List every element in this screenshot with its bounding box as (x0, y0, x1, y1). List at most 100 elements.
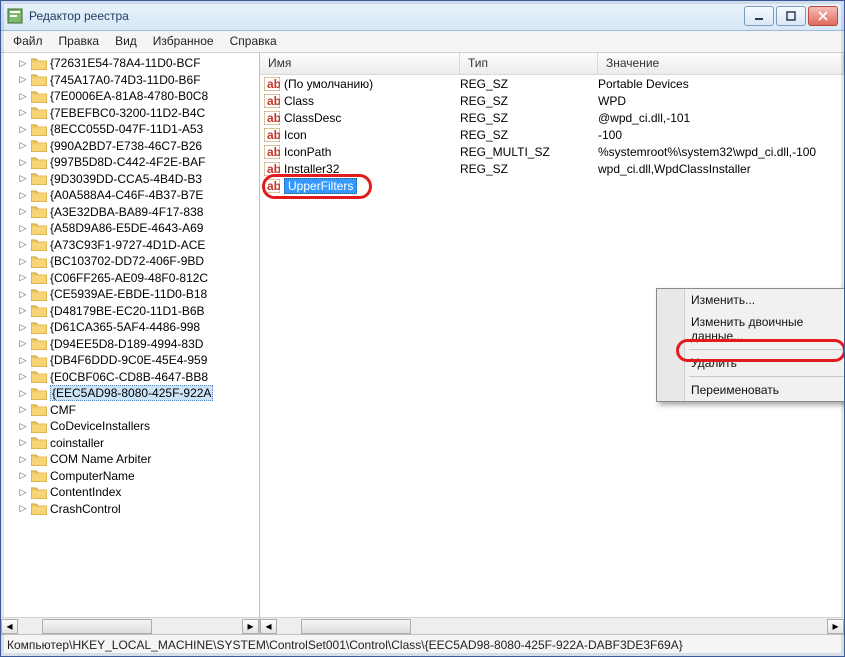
tree-item[interactable]: ▷COM Name Arbiter (1, 451, 259, 468)
app-icon (7, 8, 23, 24)
tree-item[interactable]: ▷{7E0006EA-81A8-4780-B0C8 (1, 88, 259, 105)
tree-item[interactable]: ▷{997B5D8D-C442-4F2E-BAF (1, 154, 259, 171)
tree-item[interactable]: ▷ {A3E32DBA-BA89-4F17-838 (1, 204, 259, 221)
window-title: Редактор реестра (29, 9, 742, 23)
menu-view[interactable]: Вид (107, 31, 145, 52)
menu-favorites[interactable]: Избранное (145, 31, 222, 52)
menu-item[interactable]: Изменить... (657, 289, 844, 311)
expand-icon[interactable]: ▷ (17, 272, 29, 283)
minimize-button[interactable] (744, 6, 774, 26)
expand-icon[interactable]: ▷ (17, 503, 29, 514)
tree-label: {8ECC055D-047F-11D1-A53 (50, 122, 203, 136)
scroll-left-icon[interactable]: ◂ (1, 619, 18, 634)
expand-icon[interactable]: ▷ (17, 437, 29, 448)
close-button[interactable] (808, 6, 838, 26)
expand-icon[interactable]: ▷ (17, 107, 29, 118)
expand-icon[interactable]: ▷ (17, 404, 29, 415)
tree-item[interactable]: ▷ContentIndex (1, 484, 259, 501)
expand-icon[interactable]: ▷ (17, 124, 29, 135)
menu-item[interactable]: Переименовать (657, 379, 844, 401)
tree-item[interactable]: ▷{D94EE5D8-D189-4994-83D (1, 336, 259, 353)
expand-icon[interactable]: ▷ (17, 421, 29, 432)
tree-item[interactable]: ▷{990A2BD7-E738-46C7-B26 (1, 138, 259, 155)
col-value[interactable]: Значение (598, 53, 844, 74)
expand-icon[interactable]: ▷ (17, 173, 29, 184)
tree-item[interactable]: ▷{EEC5AD98-8080-425F-922A (1, 385, 259, 402)
value-row[interactable]: ab(По умолчанию)REG_SZPortable Devices (260, 75, 844, 92)
menu-item[interactable]: Изменить двоичные данные... (657, 311, 844, 347)
tree-item[interactable]: ▷{A73C93F1-9727-4D1D-ACE (1, 237, 259, 254)
expand-icon[interactable]: ▷ (17, 58, 29, 69)
expand-icon[interactable]: ▷ (17, 91, 29, 102)
tree-item[interactable]: ▷{7EBEFBC0-3200-11D2-B4C (1, 105, 259, 122)
tree-hscrollbar[interactable]: ◂ ▸ (1, 617, 259, 634)
expand-icon[interactable]: ▷ (17, 322, 29, 333)
value-name: Icon (284, 128, 460, 142)
tree-item[interactable]: ▷{A0A588A4-C46F-4B37-B7E (1, 187, 259, 204)
expand-icon[interactable]: ▷ (17, 470, 29, 481)
menu-edit[interactable]: Правка (51, 31, 108, 52)
statusbar: Компьютер\HKEY_LOCAL_MACHINE\SYSTEM\Cont… (1, 634, 844, 656)
scroll-right-icon[interactable]: ▸ (242, 619, 259, 634)
expand-icon[interactable]: ▷ (17, 355, 29, 366)
tree-item[interactable]: ▷CMF (1, 402, 259, 419)
expand-icon[interactable]: ▷ (17, 74, 29, 85)
value-row[interactable]: abClassREG_SZWPD (260, 92, 844, 109)
expand-icon[interactable]: ▷ (17, 487, 29, 498)
expand-icon[interactable]: ▷ (17, 388, 29, 399)
value-row[interactable]: abInstaller32REG_SZwpd_ci.dll,WpdClassIn… (260, 160, 844, 177)
column-headers[interactable]: Имя Тип Значение (260, 53, 844, 75)
scroll-left-icon[interactable]: ◂ (260, 619, 277, 634)
tree-item[interactable]: ▷{D48179BE-EC20-11D1-B6B (1, 303, 259, 320)
tree-item[interactable]: ▷{745A17A0-74D3-11D0-B6F (1, 72, 259, 89)
tree-item[interactable]: ▷CrashControl (1, 501, 259, 518)
titlebar[interactable]: Редактор реестра (1, 1, 844, 31)
value-type: REG_SZ (460, 77, 598, 91)
expand-icon[interactable]: ▷ (17, 239, 29, 250)
value-row[interactable]: abClassDescREG_SZ@wpd_ci.dll,-101 (260, 109, 844, 126)
value-row[interactable]: abUpperFilters (260, 177, 844, 194)
values-hscrollbar[interactable]: ◂ ▸ (260, 617, 844, 634)
string-value-icon: ab (264, 128, 280, 142)
col-type[interactable]: Тип (460, 53, 598, 74)
expand-icon[interactable]: ▷ (17, 140, 29, 151)
tree-item[interactable]: ▷{BC103702-DD72-406F-9BD (1, 253, 259, 270)
tree-label: {A3E32DBA-BA89-4F17-838 (50, 205, 203, 219)
tree-item[interactable]: ▷{E0CBF06C-CD8B-4647-BB8 (1, 369, 259, 386)
tree-item[interactable]: ▷{A58D9A86-E5DE-4643-A69 (1, 220, 259, 237)
string-value-icon: ab (264, 111, 280, 125)
expand-icon[interactable]: ▷ (17, 223, 29, 234)
value-row[interactable]: abIconPathREG_MULTI_SZ%systemroot%\syste… (260, 143, 844, 160)
tree-item[interactable]: ▷{CE5939AE-EBDE-11D0-B18 (1, 286, 259, 303)
tree-item[interactable]: ▷coinstaller (1, 435, 259, 452)
expand-icon[interactable]: ▷ (17, 206, 29, 217)
folder-icon (31, 106, 47, 119)
svg-text:ab: ab (267, 162, 280, 176)
tree-item[interactable]: ▷{9D3039DD-CCA5-4B4D-B3 (1, 171, 259, 188)
expand-icon[interactable]: ▷ (17, 338, 29, 349)
tree-item[interactable]: ▷{D61CA365-5AF4-4486-998 (1, 319, 259, 336)
tree-item[interactable]: ▷CoDeviceInstallers (1, 418, 259, 435)
values-panel: Имя Тип Значение ab(По умолчанию)REG_SZP… (260, 53, 844, 634)
expand-icon[interactable]: ▷ (17, 289, 29, 300)
string-value-icon: ab (264, 145, 280, 159)
value-name: IconPath (284, 145, 460, 159)
value-row[interactable]: abIconREG_SZ-100 (260, 126, 844, 143)
col-name[interactable]: Имя (260, 53, 460, 74)
menu-file[interactable]: Файл (5, 31, 51, 52)
expand-icon[interactable]: ▷ (17, 371, 29, 382)
tree-item[interactable]: ▷ {8ECC055D-047F-11D1-A53 (1, 121, 259, 138)
expand-icon[interactable]: ▷ (17, 256, 29, 267)
menu-item[interactable]: Удалить (657, 352, 844, 374)
expand-icon[interactable]: ▷ (17, 157, 29, 168)
expand-icon[interactable]: ▷ (17, 190, 29, 201)
tree-item[interactable]: ▷{C06FF265-AE09-48F0-812C (1, 270, 259, 287)
maximize-button[interactable] (776, 6, 806, 26)
tree-item[interactable]: ▷{DB4F6DDD-9C0E-45E4-959 (1, 352, 259, 369)
tree-item[interactable]: ▷ComputerName (1, 468, 259, 485)
expand-icon[interactable]: ▷ (17, 454, 29, 465)
tree-item[interactable]: ▷{72631E54-78A4-11D0-BCF (1, 55, 259, 72)
scroll-right-icon[interactable]: ▸ (827, 619, 844, 634)
expand-icon[interactable]: ▷ (17, 305, 29, 316)
menu-help[interactable]: Справка (222, 31, 285, 52)
